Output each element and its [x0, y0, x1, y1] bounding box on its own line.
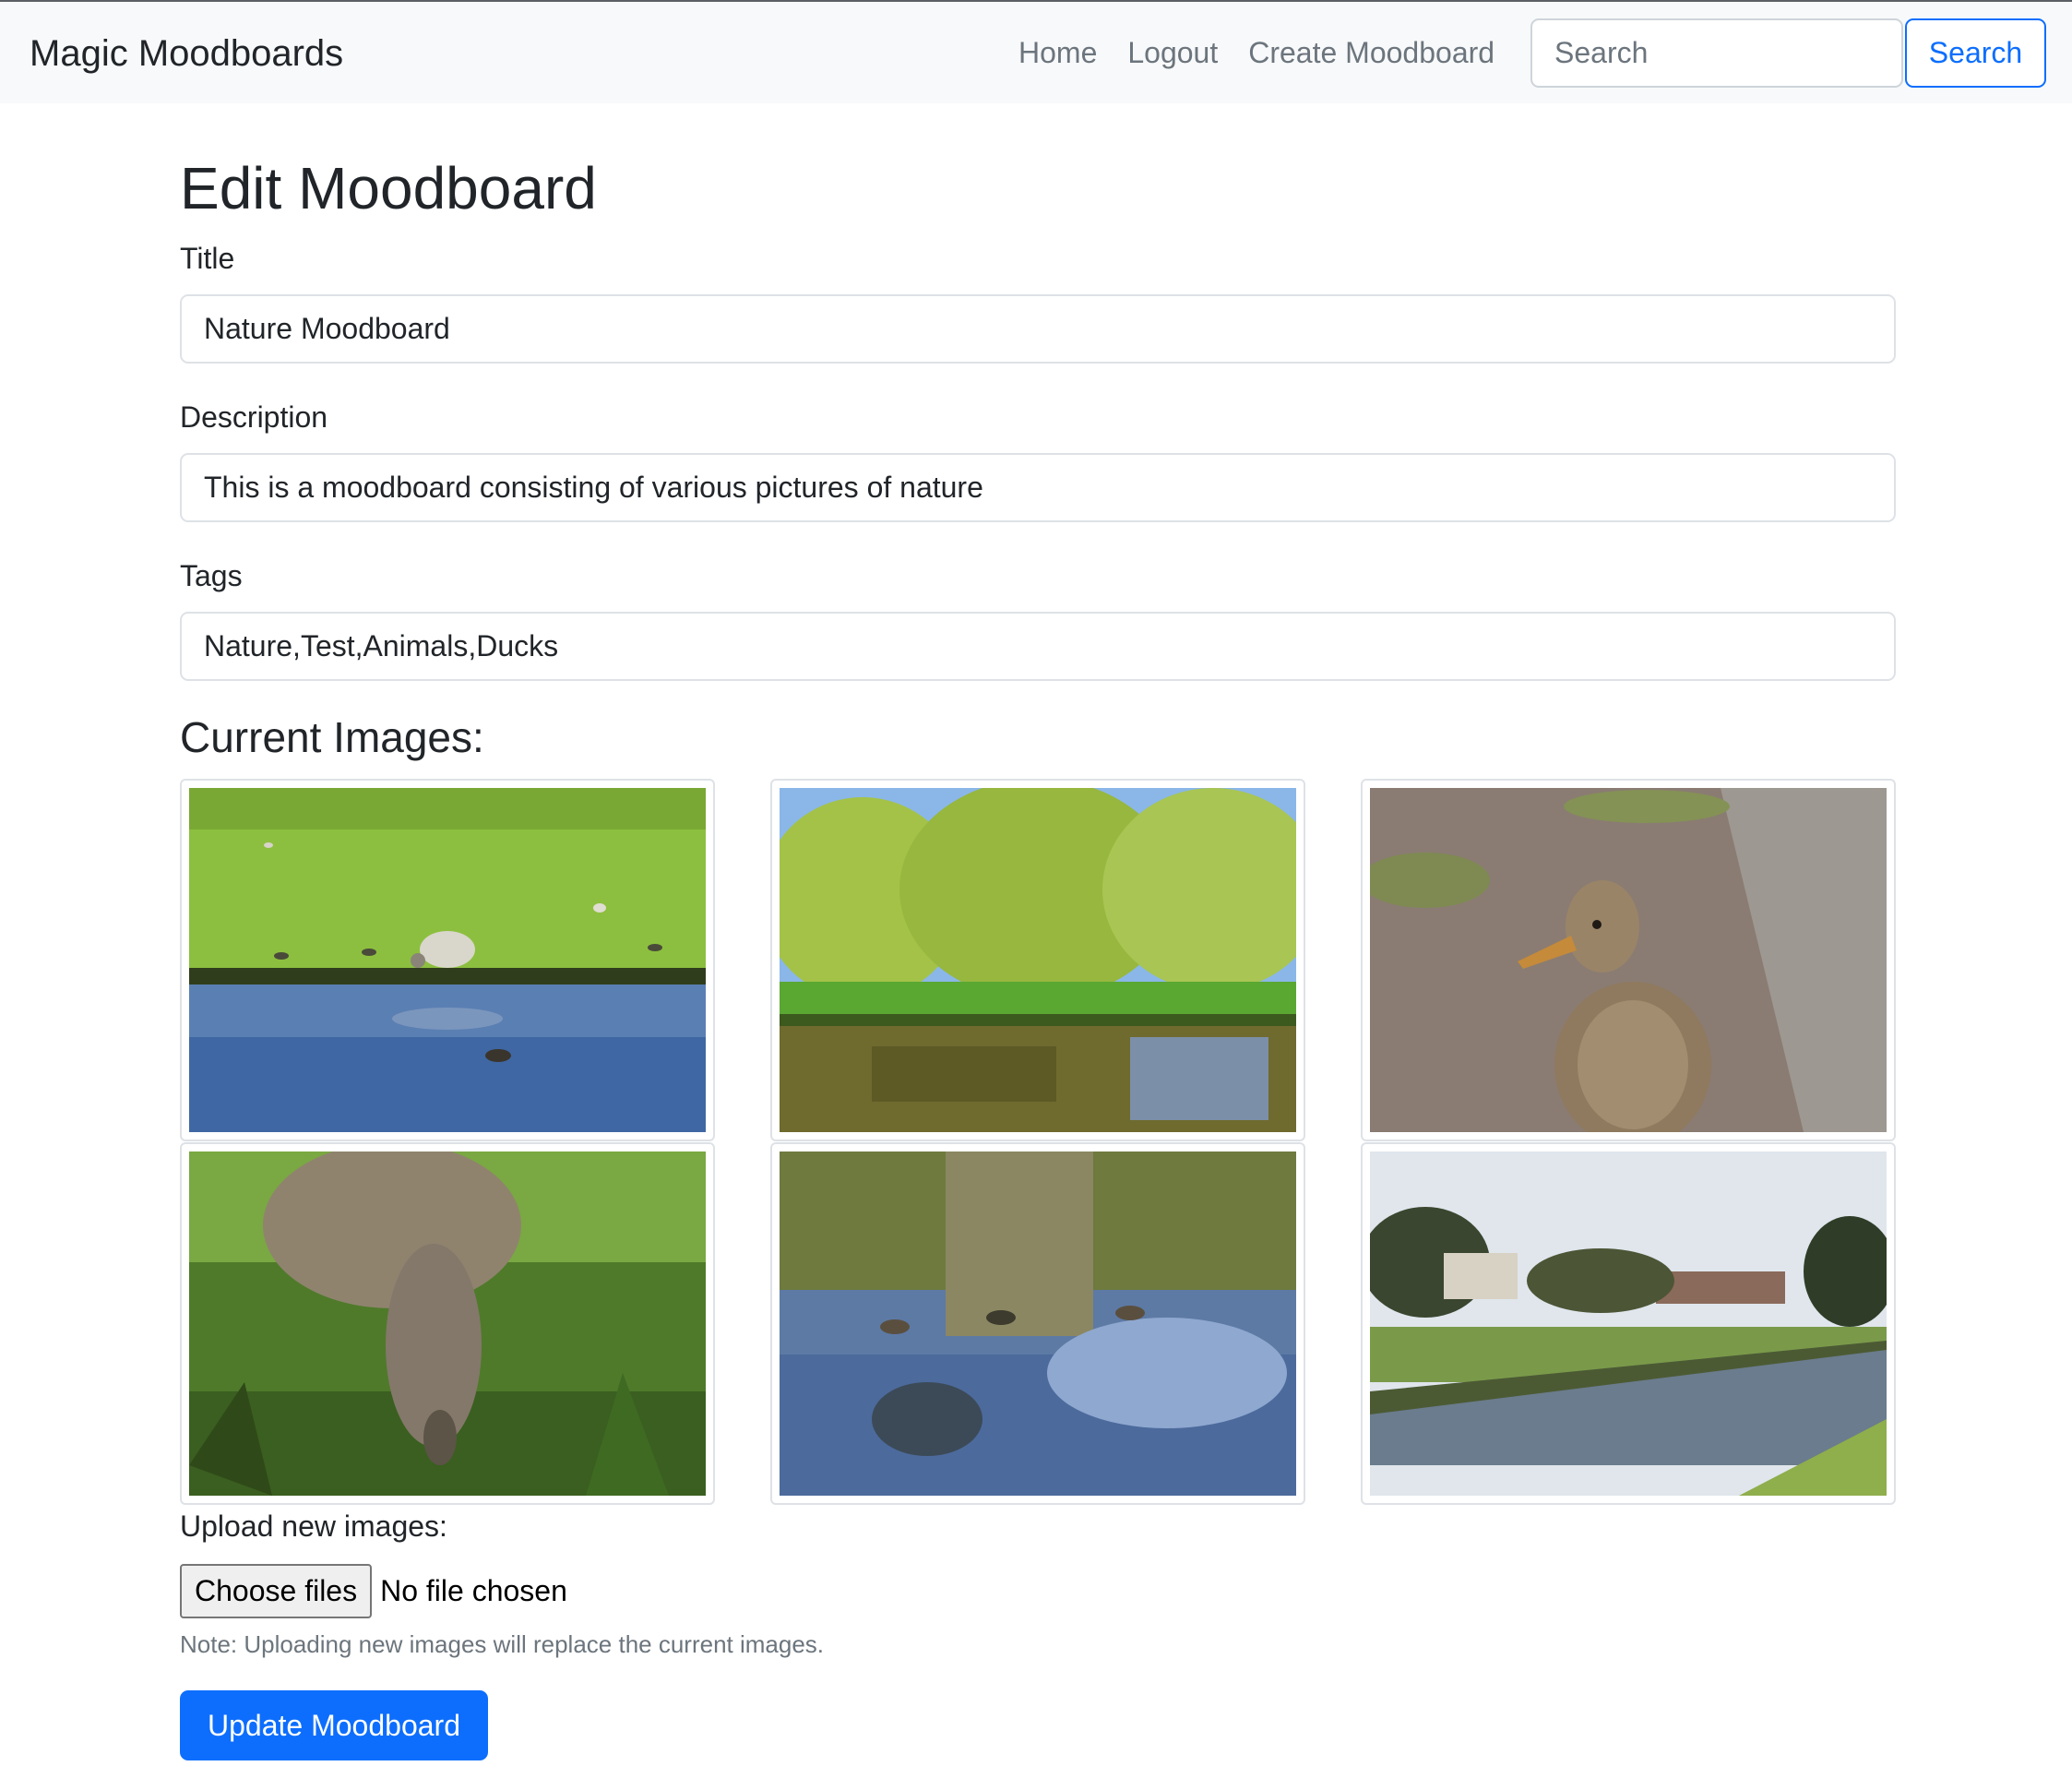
description-label: Description [180, 400, 328, 434]
nav-link-logout[interactable]: Logout [1127, 36, 1218, 70]
title-label: Title [180, 242, 235, 275]
sheep-by-river-photo [189, 788, 706, 1132]
upload-label: Upload new images: [180, 1510, 447, 1543]
file-status-text: No file chosen [380, 1574, 567, 1607]
current-images-heading: Current Images: [180, 713, 484, 761]
file-input: Choose files No file chosen [180, 1564, 567, 1618]
upload-note: Note: Uploading new images will replace … [180, 1630, 825, 1658]
image-thumbnail [770, 1142, 1305, 1505]
image-thumbnail [770, 779, 1305, 1141]
tags-field[interactable] [180, 612, 1896, 681]
update-moodboard-button[interactable]: Update Moodboard [180, 1690, 488, 1760]
search-input[interactable] [1530, 18, 1903, 88]
duck-on-path-photo [1370, 788, 1887, 1132]
image-thumbnail [1361, 779, 1896, 1141]
description-field[interactable] [180, 453, 1896, 522]
ducks-swimming-photo [780, 1152, 1296, 1496]
nav-links: Home Logout Create Moodboard [1018, 36, 1494, 70]
nav-link-home[interactable]: Home [1018, 36, 1097, 70]
river-and-houses-photo [1370, 1152, 1887, 1496]
tags-label: Tags [180, 559, 243, 592]
image-thumbnail [180, 779, 715, 1141]
search-button[interactable]: Search [1905, 18, 2046, 88]
choose-files-button[interactable]: Choose files [180, 1564, 373, 1618]
nav-link-create-moodboard[interactable]: Create Moodboard [1248, 36, 1494, 70]
brand-link[interactable]: Magic Moodboards [30, 33, 343, 75]
navbar: Magic Moodboards Home Logout Create Mood… [0, 0, 2072, 103]
page-title: Edit Moodboard [180, 155, 597, 221]
title-field[interactable] [180, 294, 1896, 364]
willow-trees-river-photo [780, 788, 1296, 1132]
image-thumbnail [1361, 1142, 1896, 1505]
duck-in-grass-photo [189, 1152, 706, 1496]
image-thumbnail [180, 1142, 715, 1505]
